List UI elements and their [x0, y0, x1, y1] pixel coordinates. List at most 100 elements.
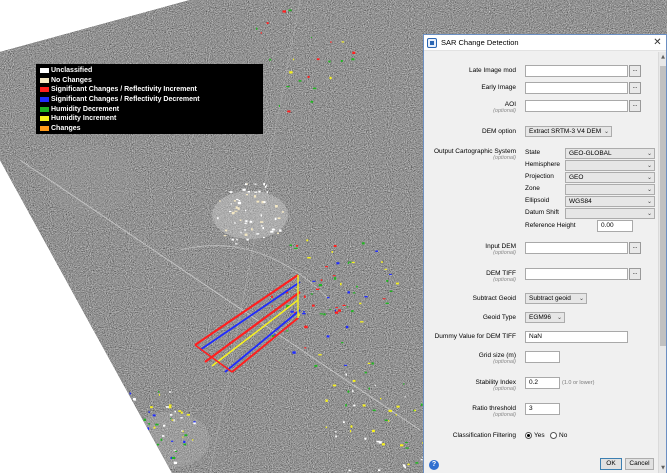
change-pixel	[110, 389, 113, 391]
change-pixel	[229, 191, 233, 193]
scrollbar-thumb[interactable]	[660, 66, 666, 346]
change-pixel	[335, 307, 338, 309]
change-pixel	[171, 440, 174, 442]
change-pixel	[389, 273, 392, 275]
change-pixel	[67, 361, 71, 364]
hemisphere-select[interactable]: ⌄	[565, 160, 655, 171]
change-pixel	[140, 463, 144, 465]
reference-height-input[interactable]: 0.00	[597, 220, 633, 232]
change-pixel	[113, 408, 117, 412]
ratio-threshold-input[interactable]: 3	[525, 403, 560, 415]
geoid-type-select[interactable]: EGM96 ⌄	[525, 312, 565, 323]
change-pixel	[39, 441, 43, 444]
change-pixel	[110, 379, 112, 381]
change-pixel	[155, 448, 157, 450]
change-pixel	[61, 437, 65, 439]
scroll-up-icon[interactable]: ▲	[659, 53, 667, 61]
chevron-down-icon: ⌄	[556, 314, 562, 321]
early-image-browse-button[interactable]: ...	[629, 82, 641, 94]
early-image-input[interactable]	[525, 82, 628, 94]
subtract-geoid-select[interactable]: Subtract geoid ⌄	[525, 293, 587, 304]
change-pixel	[193, 421, 196, 423]
change-pixel	[320, 279, 323, 282]
ellipsoid-select[interactable]: WGS84 ⌄	[565, 196, 655, 207]
classification-no-radio[interactable]	[550, 432, 557, 439]
change-pixel	[129, 433, 133, 435]
change-pixel	[403, 383, 405, 385]
change-pixel	[246, 238, 249, 241]
ok-button[interactable]: OK	[600, 458, 622, 470]
change-pixel	[372, 409, 376, 412]
change-pixel	[323, 313, 326, 316]
dem-option-select[interactable]: Extract SRTM-3 V4 DEM ⌄	[525, 126, 612, 137]
change-pixel	[346, 306, 349, 308]
close-icon[interactable]: ✕	[651, 37, 664, 49]
change-pixel	[329, 76, 332, 80]
change-pixel	[75, 352, 78, 355]
optional-hint: (optional)	[493, 412, 516, 418]
dialog-scrollbar[interactable]: ▲ ▼	[658, 52, 666, 473]
change-pixel	[12, 420, 16, 422]
change-pixel	[155, 423, 159, 426]
change-pixel	[325, 266, 328, 268]
change-pixel	[219, 200, 221, 202]
state-select[interactable]: GEO-GLOBAL ⌄	[565, 148, 655, 159]
late-image-browse-button[interactable]: ...	[629, 65, 641, 77]
change-pixel	[112, 414, 116, 417]
change-pixel	[395, 414, 397, 416]
aoi-input[interactable]	[525, 100, 628, 112]
change-pixel	[45, 407, 48, 410]
change-pixel	[137, 446, 142, 449]
dem-tiff-input[interactable]	[525, 268, 628, 280]
change-pixel	[48, 448, 51, 451]
change-pixel	[171, 419, 174, 421]
scroll-down-icon[interactable]: ▼	[659, 464, 667, 472]
grid-size-input[interactable]	[525, 351, 560, 363]
dummy-value-input[interactable]: NaN	[525, 331, 628, 343]
change-pixel	[47, 356, 50, 358]
change-pixel	[151, 444, 155, 447]
chevron-down-icon: ⌄	[646, 198, 652, 205]
aoi-browse-button[interactable]: ...	[629, 100, 641, 112]
change-pixel	[356, 285, 358, 288]
change-pixel	[81, 381, 83, 383]
dialog-titlebar[interactable]: SAR Change Detection ✕	[424, 35, 666, 51]
input-dem-input[interactable]	[525, 242, 628, 254]
change-pixel	[113, 404, 115, 407]
zone-select[interactable]: ⌄	[565, 184, 655, 195]
classification-yes-label: Yes	[534, 432, 545, 439]
change-pixel	[253, 195, 257, 198]
classification-yes-radio[interactable]	[525, 432, 532, 439]
cancel-button[interactable]: Cancel	[625, 458, 654, 470]
chevron-down-icon: ⌄	[646, 162, 652, 169]
change-pixel	[342, 304, 346, 306]
change-pixel	[384, 419, 388, 421]
change-pixel	[338, 309, 341, 312]
datum-shift-select[interactable]: ⌄	[565, 208, 655, 219]
change-pixel	[350, 425, 353, 428]
change-pixel	[236, 198, 239, 201]
projection-select[interactable]: GEO ⌄	[565, 172, 655, 183]
input-dem-browse-button[interactable]: ...	[629, 242, 641, 254]
late-image-input[interactable]	[525, 65, 628, 77]
change-pixel	[75, 357, 77, 360]
change-pixel	[157, 456, 161, 458]
chevron-down-icon: ⌄	[646, 174, 652, 181]
change-pixel	[293, 58, 295, 61]
change-pixel	[362, 404, 366, 407]
change-pixel	[22, 407, 27, 411]
legend-label: Significant Changes / Reflectivity Incre…	[51, 86, 197, 94]
change-pixel	[87, 386, 89, 389]
optional-hint: (optional)	[493, 359, 516, 365]
change-pixel	[121, 461, 124, 463]
change-pixel	[413, 410, 415, 412]
help-icon[interactable]: ?	[429, 460, 439, 470]
change-pixel	[271, 228, 275, 231]
stability-index-input[interactable]: 0.2	[525, 377, 560, 389]
change-pixel	[402, 464, 406, 467]
change-pixel	[302, 313, 306, 315]
change-pixel	[32, 434, 35, 436]
dem-tiff-browse-button[interactable]: ...	[629, 268, 641, 280]
change-pixel	[36, 401, 39, 404]
change-pixel	[88, 424, 92, 426]
